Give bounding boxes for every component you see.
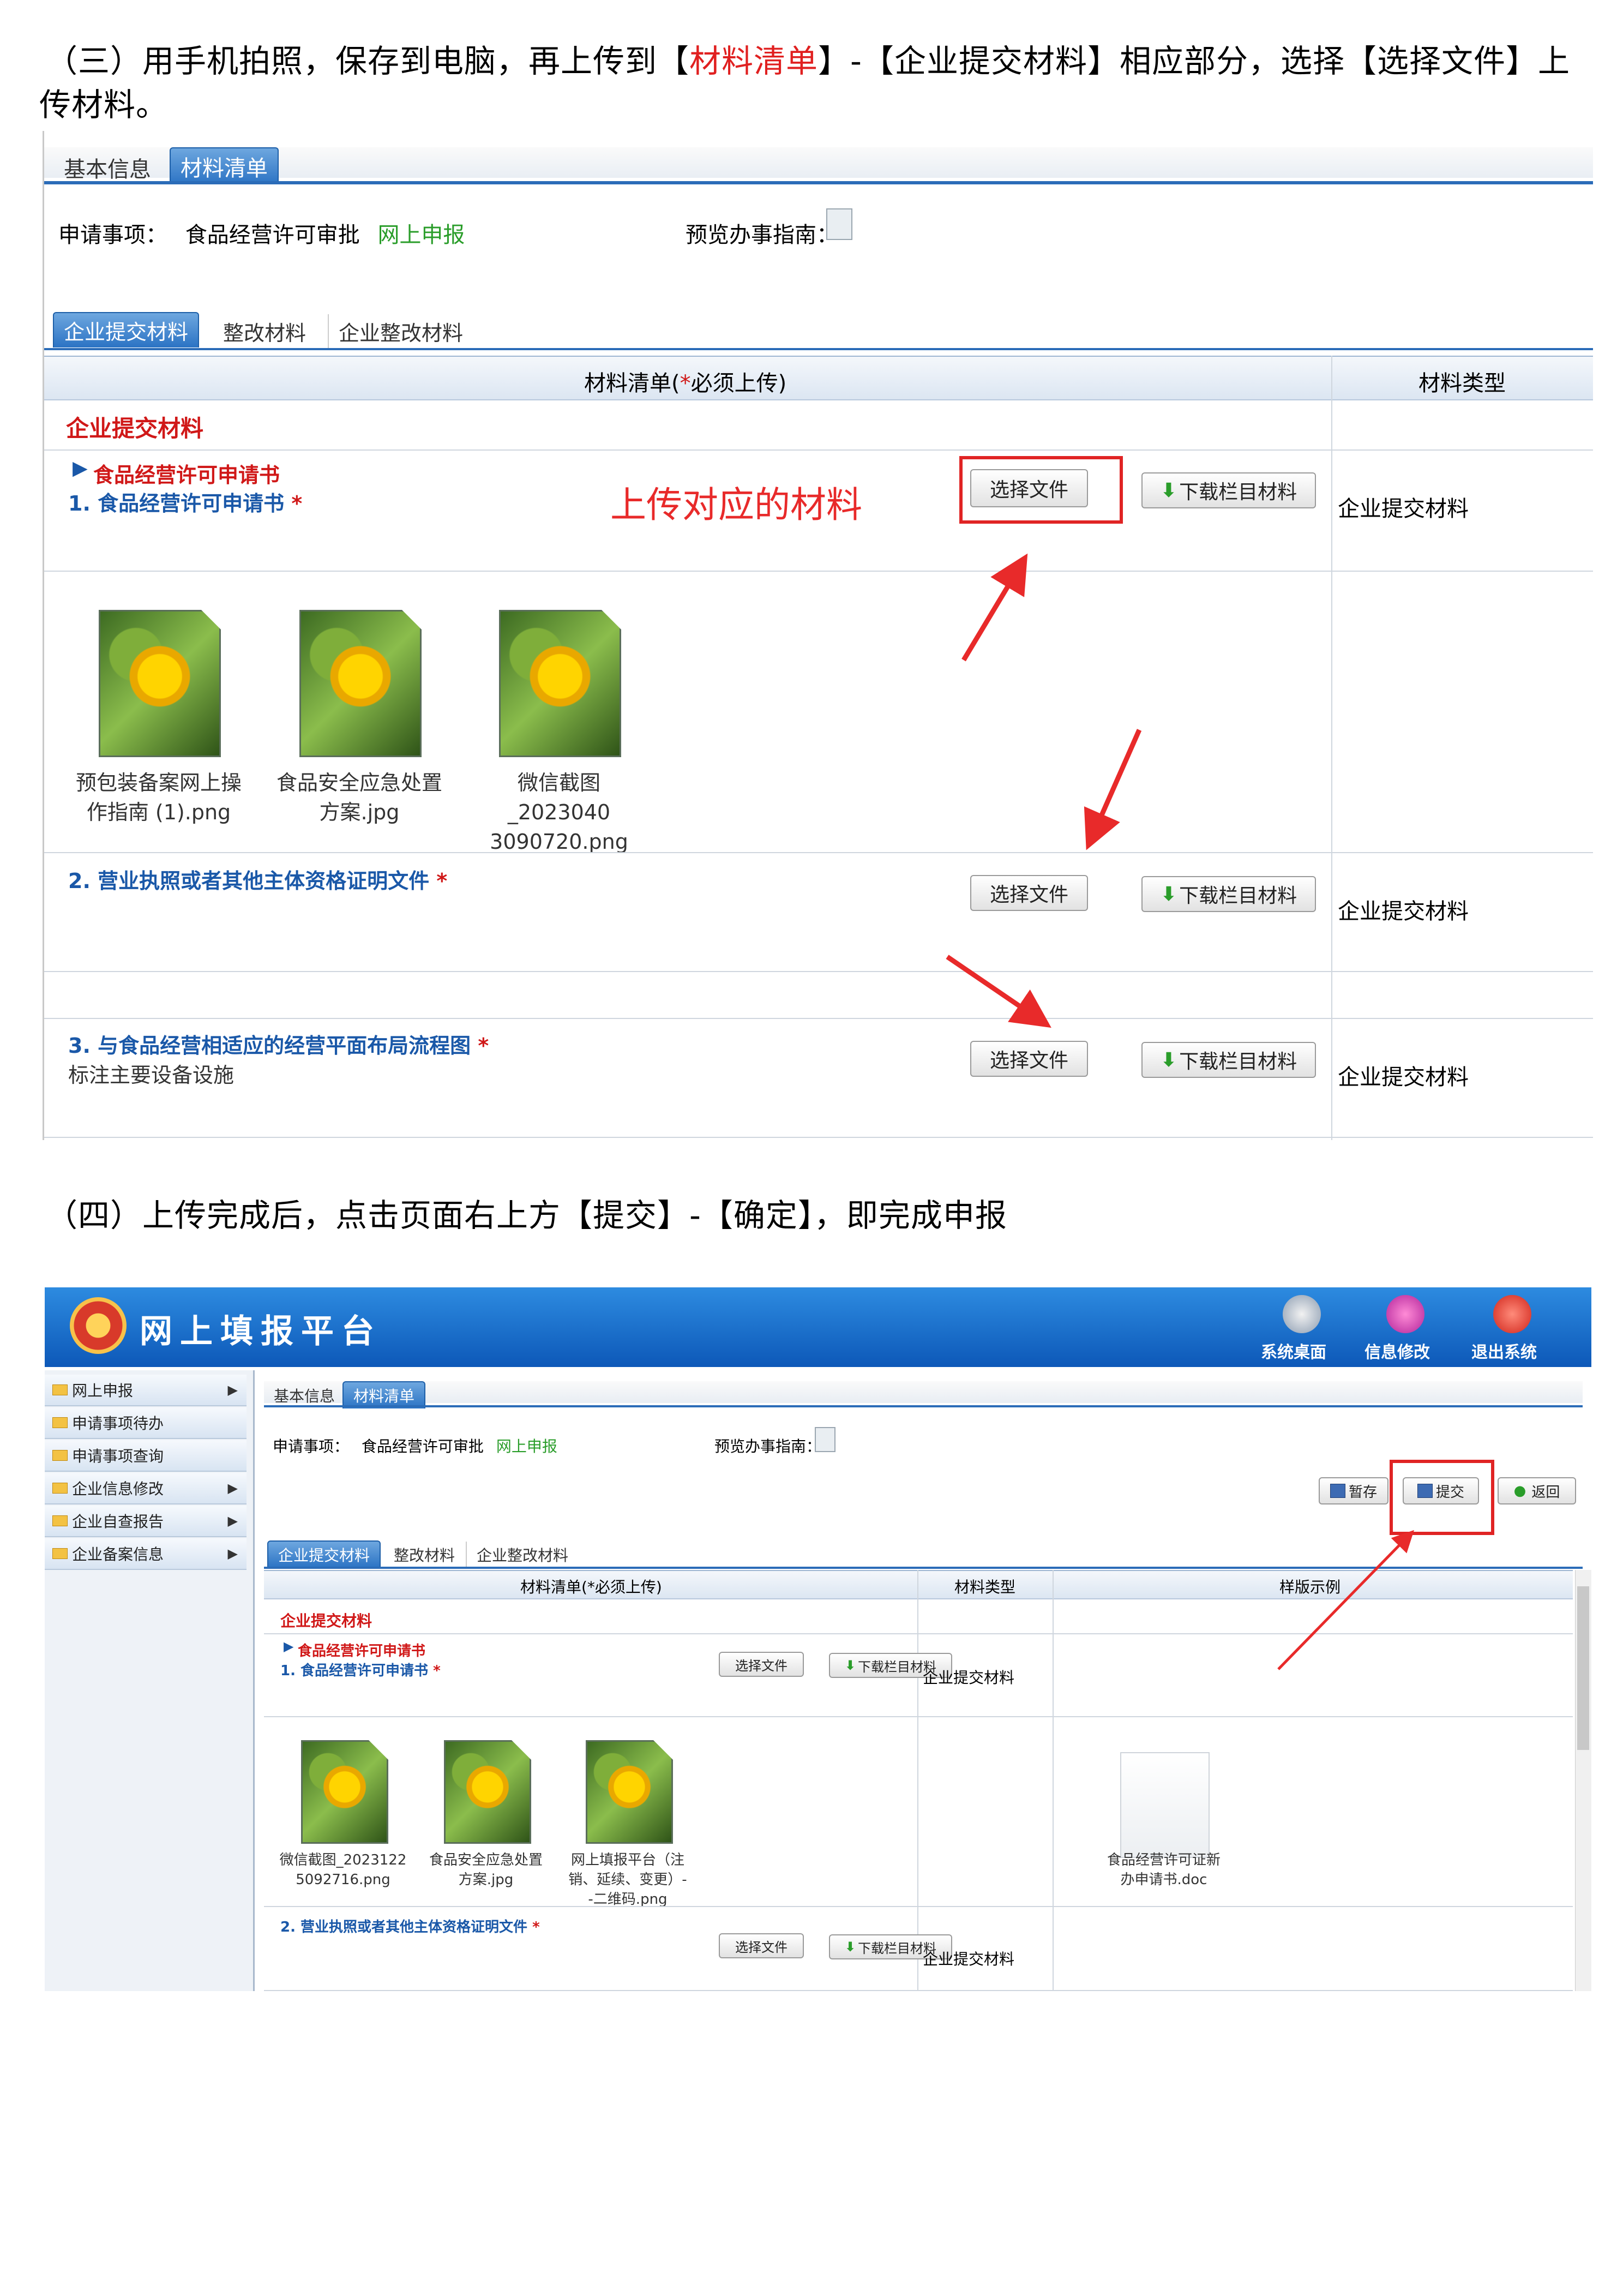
annotation-arrows xyxy=(946,553,1142,1028)
step3-text-highlight: 材料清单 xyxy=(689,43,819,80)
step4-instruction: （四）上传完成后，点击页面右上方【提交】-【确定】，即完成申报 xyxy=(46,1197,1007,1234)
arrow-to-choose-1 xyxy=(961,553,1028,662)
annotation-arrow-submit xyxy=(1277,1530,1414,1670)
arrow-to-submit xyxy=(1277,1530,1414,1670)
arrow-to-choose-2 xyxy=(1084,729,1142,850)
arrow-to-choose-3 xyxy=(946,955,1051,1028)
step3-text-a: （三）用手机拍照，保存到电脑，再上传到【 xyxy=(46,43,690,80)
screenshot-submit: 网上填报平台 系统桌面 信息修改 退出系统 网上申报 ▶ 申请事项待办 申请事项查… xyxy=(45,1287,1591,1991)
screenshot-upload-materials: 基本信息 材料清单 申请事项： 食品经营许可审批 网上申报 预览办事指南： 企业… xyxy=(43,131,1593,1140)
step3-text-c: 】-【企业提交材料】相应部分，选择【选择文件】上 xyxy=(818,43,1570,80)
step3-instruction-cont: 传材料。 xyxy=(39,86,169,123)
step3-instruction: （三）用手机拍照，保存到电脑，再上传到【材料清单】-【企业提交材料】相应部分，选… xyxy=(46,39,1606,83)
